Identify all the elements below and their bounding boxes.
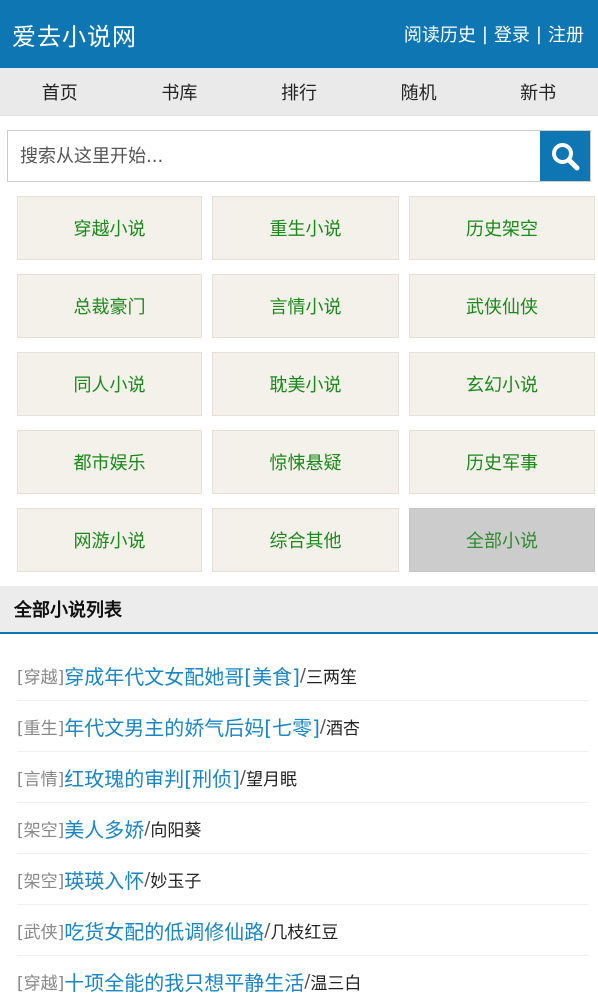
category-lishi-jiakong[interactable]: 历史架空 <box>409 196 595 260</box>
category-zongcai[interactable]: 总裁豪门 <box>17 274 202 338</box>
category-tongren[interactable]: 同人小说 <box>17 352 202 416</box>
book-title-link[interactable]: 瑛瑛入怀 <box>64 865 144 894</box>
header: 爱去小说网 阅读历史 | 登录 | 注册 <box>0 0 598 68</box>
category-xuanhuan[interactable]: 玄幻小说 <box>409 352 595 416</box>
list-item: [重生] 年代文男主的娇气后妈[七零] / 酒杏 <box>17 701 588 752</box>
category-dushi[interactable]: 都市娱乐 <box>17 430 202 494</box>
book-author: 温三白 <box>310 973 362 994</box>
book-author: 妙玉子 <box>150 871 202 892</box>
book-title-link[interactable]: 穿成年代文女配她哥[美食] <box>64 661 300 690</box>
main-nav: 首页 书库 排行 随机 新书 <box>0 68 598 116</box>
book-tag: [穿越] <box>17 667 65 688</box>
book-author: 向阳葵 <box>150 820 202 841</box>
list-item: [架空] 美人多娇 / 向阳葵 <box>17 803 588 854</box>
category-wangyou[interactable]: 网游小说 <box>17 508 202 572</box>
header-links: 阅读历史 | 登录 | 注册 <box>404 21 584 47</box>
book-tag: [穿越] <box>17 973 65 994</box>
book-tag: [武侠] <box>17 922 65 943</box>
book-list: [穿越] 穿成年代文女配她哥[美食] / 三两笙 [重生] 年代文男主的娇气后妈[七零]… <box>0 650 598 998</box>
book-tag: [重生] <box>17 718 65 739</box>
list-item: [言情] 红玫瑰的审判[刑侦] / 望月眠 <box>17 752 588 803</box>
book-author: 望月眠 <box>245 769 297 790</box>
search-input[interactable] <box>8 131 540 181</box>
list-item: [穿越] 十项全能的我只想平静生活 / 温三白 <box>17 956 588 998</box>
category-jingsong[interactable]: 惊悚悬疑 <box>212 430 399 494</box>
search-bar <box>7 130 591 182</box>
separator: | <box>481 23 488 45</box>
nav-item-random[interactable]: 随机 <box>359 79 479 105</box>
nav-item-library[interactable]: 书库 <box>120 79 240 105</box>
category-lishi-junshi[interactable]: 历史军事 <box>409 430 595 494</box>
book-title-link[interactable]: 吃货女配的低调修仙路 <box>64 916 264 945</box>
book-author: 酒杏 <box>325 718 360 739</box>
book-title-link[interactable]: 美人多娇 <box>64 814 144 843</box>
list-item: [穿越] 穿成年代文女配她哥[美食] / 三两笙 <box>17 650 588 701</box>
list-item: [架空] 瑛瑛入怀 / 妙玉子 <box>17 854 588 905</box>
site-title[interactable]: 爱去小说网 <box>12 17 137 52</box>
book-author: 几枝红豆 <box>270 922 339 943</box>
book-author: 三两笙 <box>305 667 357 688</box>
book-tag: [言情] <box>17 769 65 790</box>
section-title: 全部小说列表 <box>0 586 598 634</box>
category-yanqing[interactable]: 言情小说 <box>212 274 399 338</box>
book-title-link[interactable]: 年代文男主的娇气后妈[七零] <box>64 712 320 741</box>
book-title-link[interactable]: 十项全能的我只想平静生活 <box>64 967 304 996</box>
separator: | <box>535 23 542 45</box>
search-icon <box>552 143 580 171</box>
nav-item-home[interactable]: 首页 <box>0 79 120 105</box>
category-grid: 穿越小说 重生小说 历史架空 总裁豪门 言情小说 武侠仙侠 同人小说 耽美小说 … <box>17 196 595 572</box>
search-button[interactable] <box>540 131 590 181</box>
register-link[interactable]: 注册 <box>548 21 584 47</box>
book-tag: [架空] <box>17 820 65 841</box>
category-zonghe[interactable]: 综合其他 <box>212 508 399 572</box>
book-tag: [架空] <box>17 871 65 892</box>
nav-item-ranking[interactable]: 排行 <box>239 79 359 105</box>
category-chongsheng[interactable]: 重生小说 <box>212 196 399 260</box>
reading-history-link[interactable]: 阅读历史 <box>404 21 476 47</box>
login-link[interactable]: 登录 <box>494 21 530 47</box>
book-title-link[interactable]: 红玫瑰的审判[刑侦] <box>64 763 240 792</box>
category-all[interactable]: 全部小说 <box>409 508 595 572</box>
list-item: [武侠] 吃货女配的低调修仙路 / 几枝红豆 <box>17 905 588 956</box>
nav-item-new-books[interactable]: 新书 <box>478 79 598 105</box>
category-chuanyue[interactable]: 穿越小说 <box>17 196 202 260</box>
category-danmei[interactable]: 耽美小说 <box>212 352 399 416</box>
category-wuxia[interactable]: 武侠仙侠 <box>409 274 595 338</box>
